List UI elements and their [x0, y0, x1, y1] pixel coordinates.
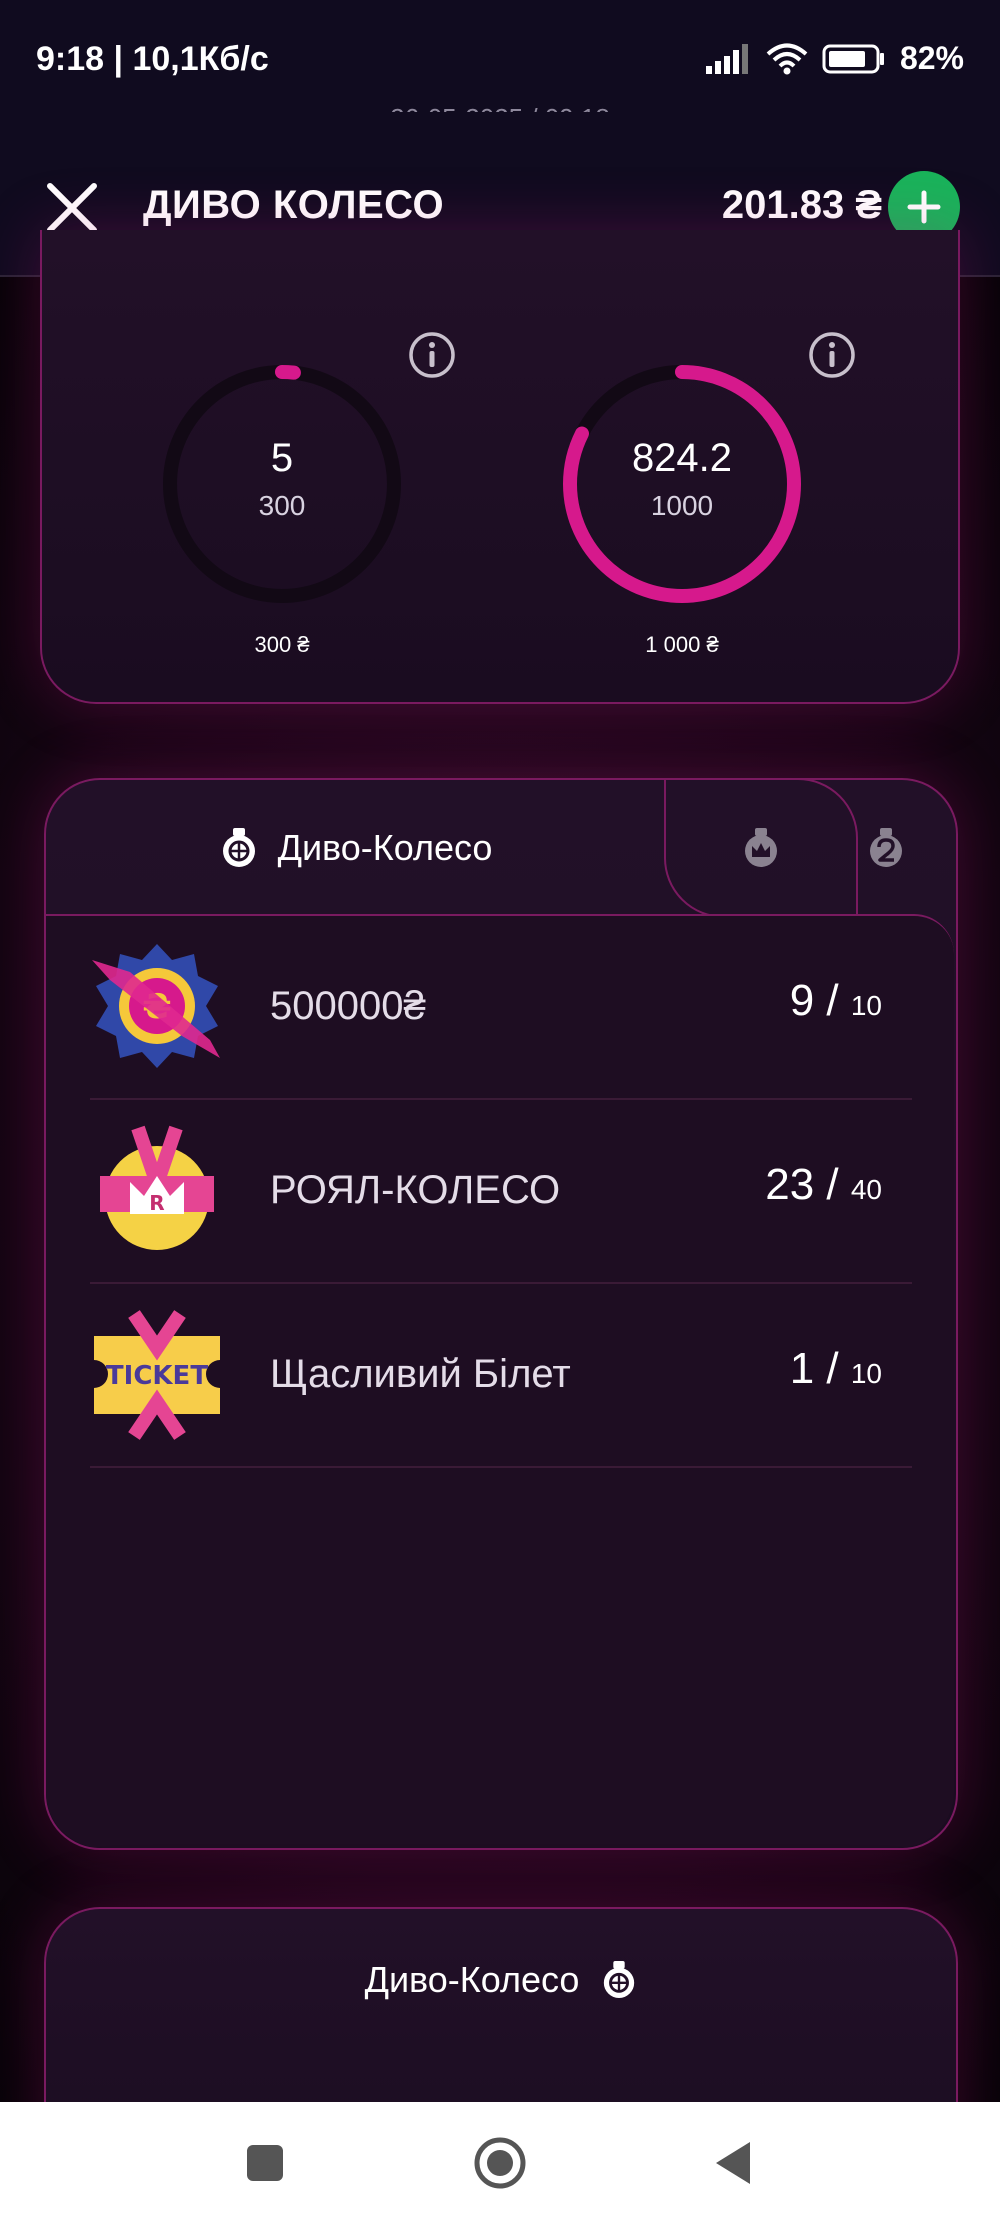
tab-bar: Диво-Колесо [46, 778, 956, 918]
prize-count-total: 10 [850, 990, 882, 1021]
status-time: 9:18 | 10,1Кб/с [36, 40, 269, 78]
progress-panel: 5 300 300 ₴ 824.2 1000 1 000 ₴ [40, 230, 960, 704]
crown-medal-icon [745, 828, 777, 867]
prize-count: 9 / 10 [790, 976, 882, 1026]
tab-divo-koleso[interactable]: Диво-Колесо [46, 780, 666, 916]
number-two-medal-icon [870, 828, 902, 867]
progress-max-1: 300 [258, 490, 306, 521]
wheel-medal-icon [604, 1961, 635, 1998]
progress-caption-1: 300 ₴ [254, 632, 310, 657]
info-icon[interactable] [407, 330, 457, 380]
bottom-panel-title: Диво-Колесо [364, 1959, 580, 2000]
progress-value-1: 5 [270, 436, 294, 480]
wheel-medal-icon [222, 828, 255, 867]
prize-count-total: 10 [850, 1358, 882, 1389]
progress-caption-2: 1 000 ₴ [645, 632, 719, 657]
hryvnia-medal-icon: ₴ [92, 944, 220, 1068]
page-title: ДИВО КОЛЕСО [143, 183, 445, 227]
wifi-icon [766, 43, 808, 74]
bottom-panel-header: Диво-Колесо [46, 1959, 956, 2001]
system-nav-bar [0, 2102, 1000, 2222]
list-item[interactable]: ₴ 500000₴ 9 / 10 [90, 916, 912, 1100]
balance: 201.83 ₴ [721, 183, 882, 227]
tab-label: Диво-Колесо [277, 827, 493, 868]
prize-count-total: 40 [850, 1174, 882, 1205]
prizes-panel: Диво-Колесо ₴ [44, 778, 958, 1850]
prize-count-value: 1 / [789, 1344, 839, 1393]
status-icons: 82% [705, 40, 964, 77]
royal-wheel-icon: R [100, 1125, 214, 1250]
prize-name: 500000₴ [270, 984, 426, 1028]
prize-name: РОЯЛ-КОЛЕСО [270, 1168, 561, 1212]
progress-ring-1-graphic [163, 365, 401, 603]
list-item[interactable]: TICKET Щасливий Білет 1 / 10 [90, 1284, 912, 1468]
battery-icon [822, 44, 884, 73]
close-icon[interactable] [42, 178, 102, 238]
list-item[interactable]: R РОЯЛ-КОЛЕСО 23 / 40 [90, 1100, 912, 1284]
prize-list: ₴ 500000₴ 9 / 10 R РОЯЛ-КОЛЕСО 23 / 40 [46, 914, 954, 1848]
ticket-label: TICKET [106, 1361, 208, 1391]
recents-icon[interactable] [238, 2136, 292, 2190]
svg-text:R: R [149, 1191, 164, 1215]
home-icon[interactable] [473, 2136, 527, 2190]
prize-count: 23 / 40 [765, 1160, 882, 1210]
progress-ring-1: 5 300 [152, 354, 412, 614]
ticket-icon: TICKET [94, 1310, 220, 1440]
prize-name: Щасливий Білет [270, 1352, 571, 1396]
back-icon[interactable] [708, 2136, 762, 2190]
prize-count: 1 / 10 [790, 1344, 882, 1394]
progress-ring-2: 824.2 1000 [552, 354, 812, 614]
status-bar: 9:18 | 10,1Кб/с 82% 26-05-2025 / 09:18 [0, 0, 1000, 133]
battery-percent: 82% [899, 40, 964, 76]
progress-max-2: 1000 [650, 490, 714, 521]
plus-icon [907, 190, 941, 224]
progress-ring-2-graphic [563, 365, 801, 603]
info-icon[interactable] [807, 330, 857, 380]
prize-count-value: 23 / [765, 1160, 839, 1209]
progress-value-2: 824.2 [631, 436, 733, 480]
tab-second[interactable] [816, 780, 956, 916]
signal-icon [705, 43, 748, 74]
prize-count-value: 9 / [789, 976, 839, 1025]
